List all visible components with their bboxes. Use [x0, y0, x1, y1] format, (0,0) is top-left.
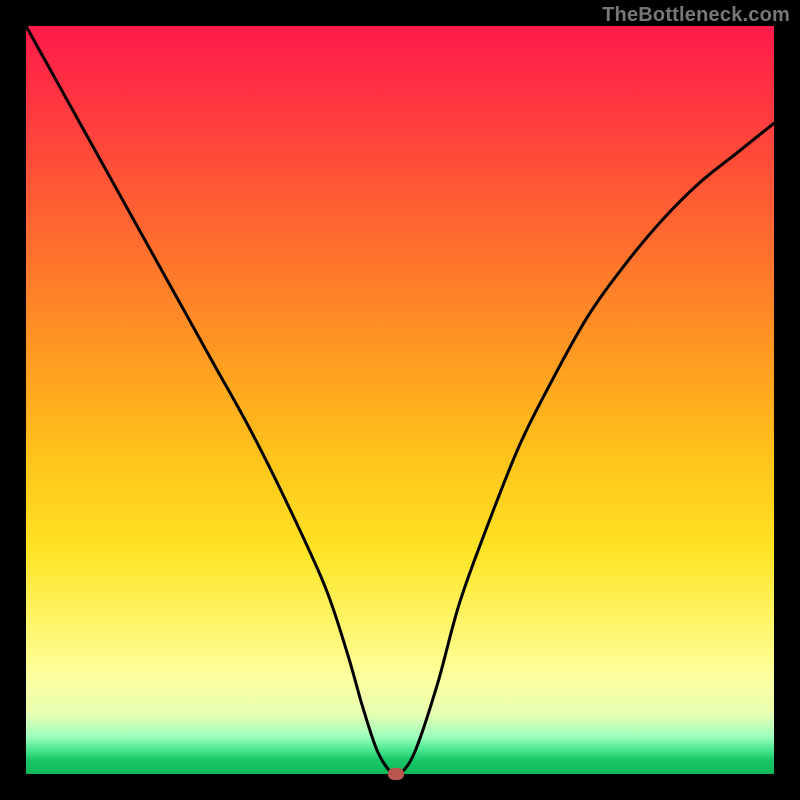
bottleneck-curve — [26, 26, 774, 774]
minimum-marker — [388, 768, 404, 780]
watermark-text: TheBottleneck.com — [602, 4, 790, 27]
plot-area — [26, 26, 774, 774]
curve-path — [26, 26, 774, 774]
chart-frame: TheBottleneck.com — [0, 0, 800, 800]
